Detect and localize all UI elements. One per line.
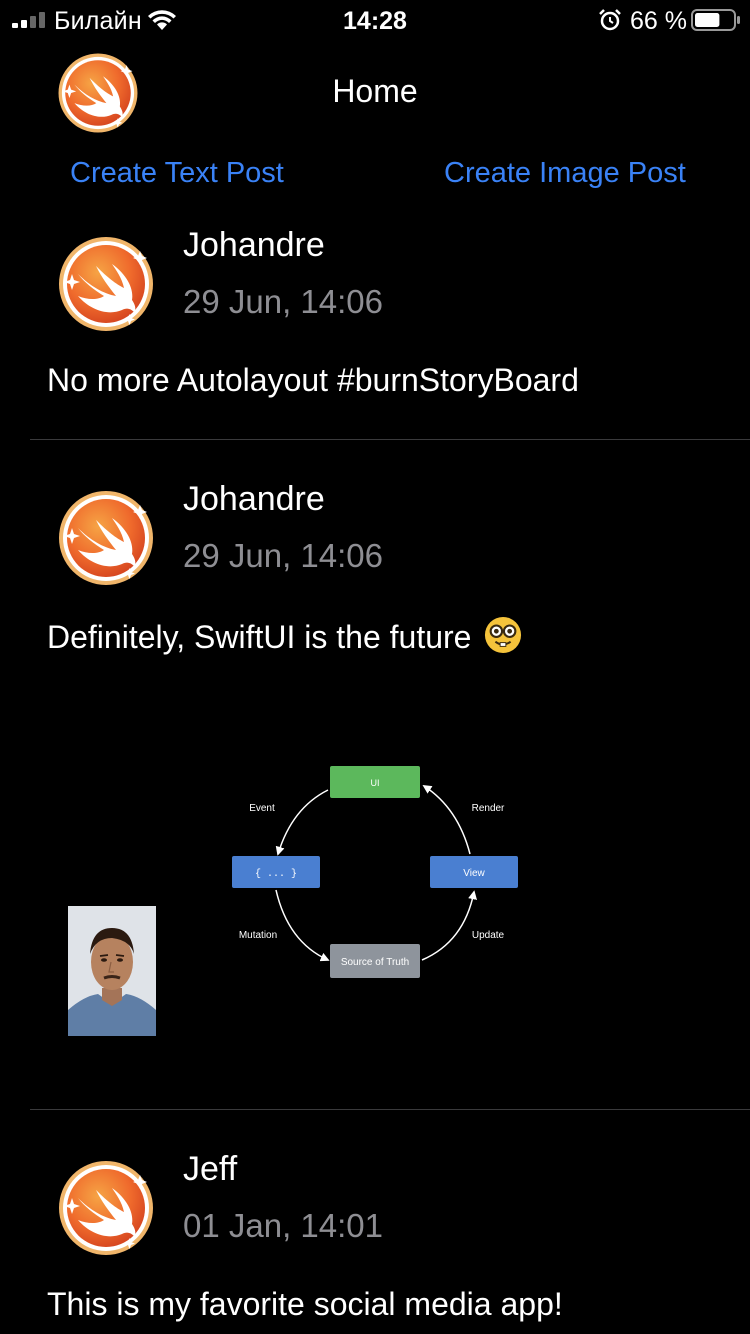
- post-text-content: Definitely, SwiftUI is the future: [47, 619, 472, 655]
- create-image-post-button[interactable]: Create Image Post: [444, 157, 686, 190]
- battery-percent: 66 %: [630, 7, 687, 35]
- post-timestamp: 01 Jan, 14:01: [183, 1207, 383, 1244]
- wifi-icon: [148, 10, 176, 30]
- post-timestamp: 29 Jun, 14:06: [183, 283, 383, 320]
- post-author: Johandre: [183, 480, 325, 518]
- post-text: This is my favorite social media app!: [47, 1286, 563, 1322]
- post-text: No more Autolayout #burnStoryBoard: [47, 362, 579, 398]
- divider: [30, 1109, 750, 1110]
- avatar: [56, 1158, 156, 1258]
- divider: [30, 439, 750, 440]
- post-author: Johandre: [183, 226, 325, 264]
- status-bar: Билайн 14:28 66 %: [0, 0, 750, 40]
- signal-icon: [12, 12, 45, 28]
- post-timestamp: 29 Jun, 14:06: [183, 537, 383, 574]
- diagram-edge-event: Event: [249, 803, 275, 814]
- post-text: Definitely, SwiftUI is the future: [47, 616, 522, 656]
- data-flow-diagram: UI { ... } View Source of Truth Event Re…: [232, 766, 518, 978]
- diagram-edge-update: Update: [472, 930, 505, 941]
- swift-logo-icon[interactable]: [56, 51, 140, 135]
- author-photo: [68, 906, 156, 1036]
- avatar: [56, 234, 156, 334]
- diagram-node-view-label: View: [463, 868, 485, 879]
- alarm-icon: [599, 9, 621, 31]
- diagram-node-source-label: Source of Truth: [341, 957, 409, 968]
- post-author: Jeff: [183, 1150, 238, 1188]
- diagram-node-action-label: { ... }: [255, 868, 297, 880]
- diagram-edge-render: Render: [472, 803, 505, 814]
- diagram-edge-mutation: Mutation: [239, 930, 277, 941]
- battery-icon: [691, 9, 740, 31]
- diagram-node-ui-label: UI: [371, 778, 380, 788]
- create-text-post-button[interactable]: Create Text Post: [70, 157, 284, 190]
- nerd-face-icon: [485, 616, 522, 654]
- avatar: [56, 488, 156, 588]
- carrier-name: Билайн: [54, 7, 142, 35]
